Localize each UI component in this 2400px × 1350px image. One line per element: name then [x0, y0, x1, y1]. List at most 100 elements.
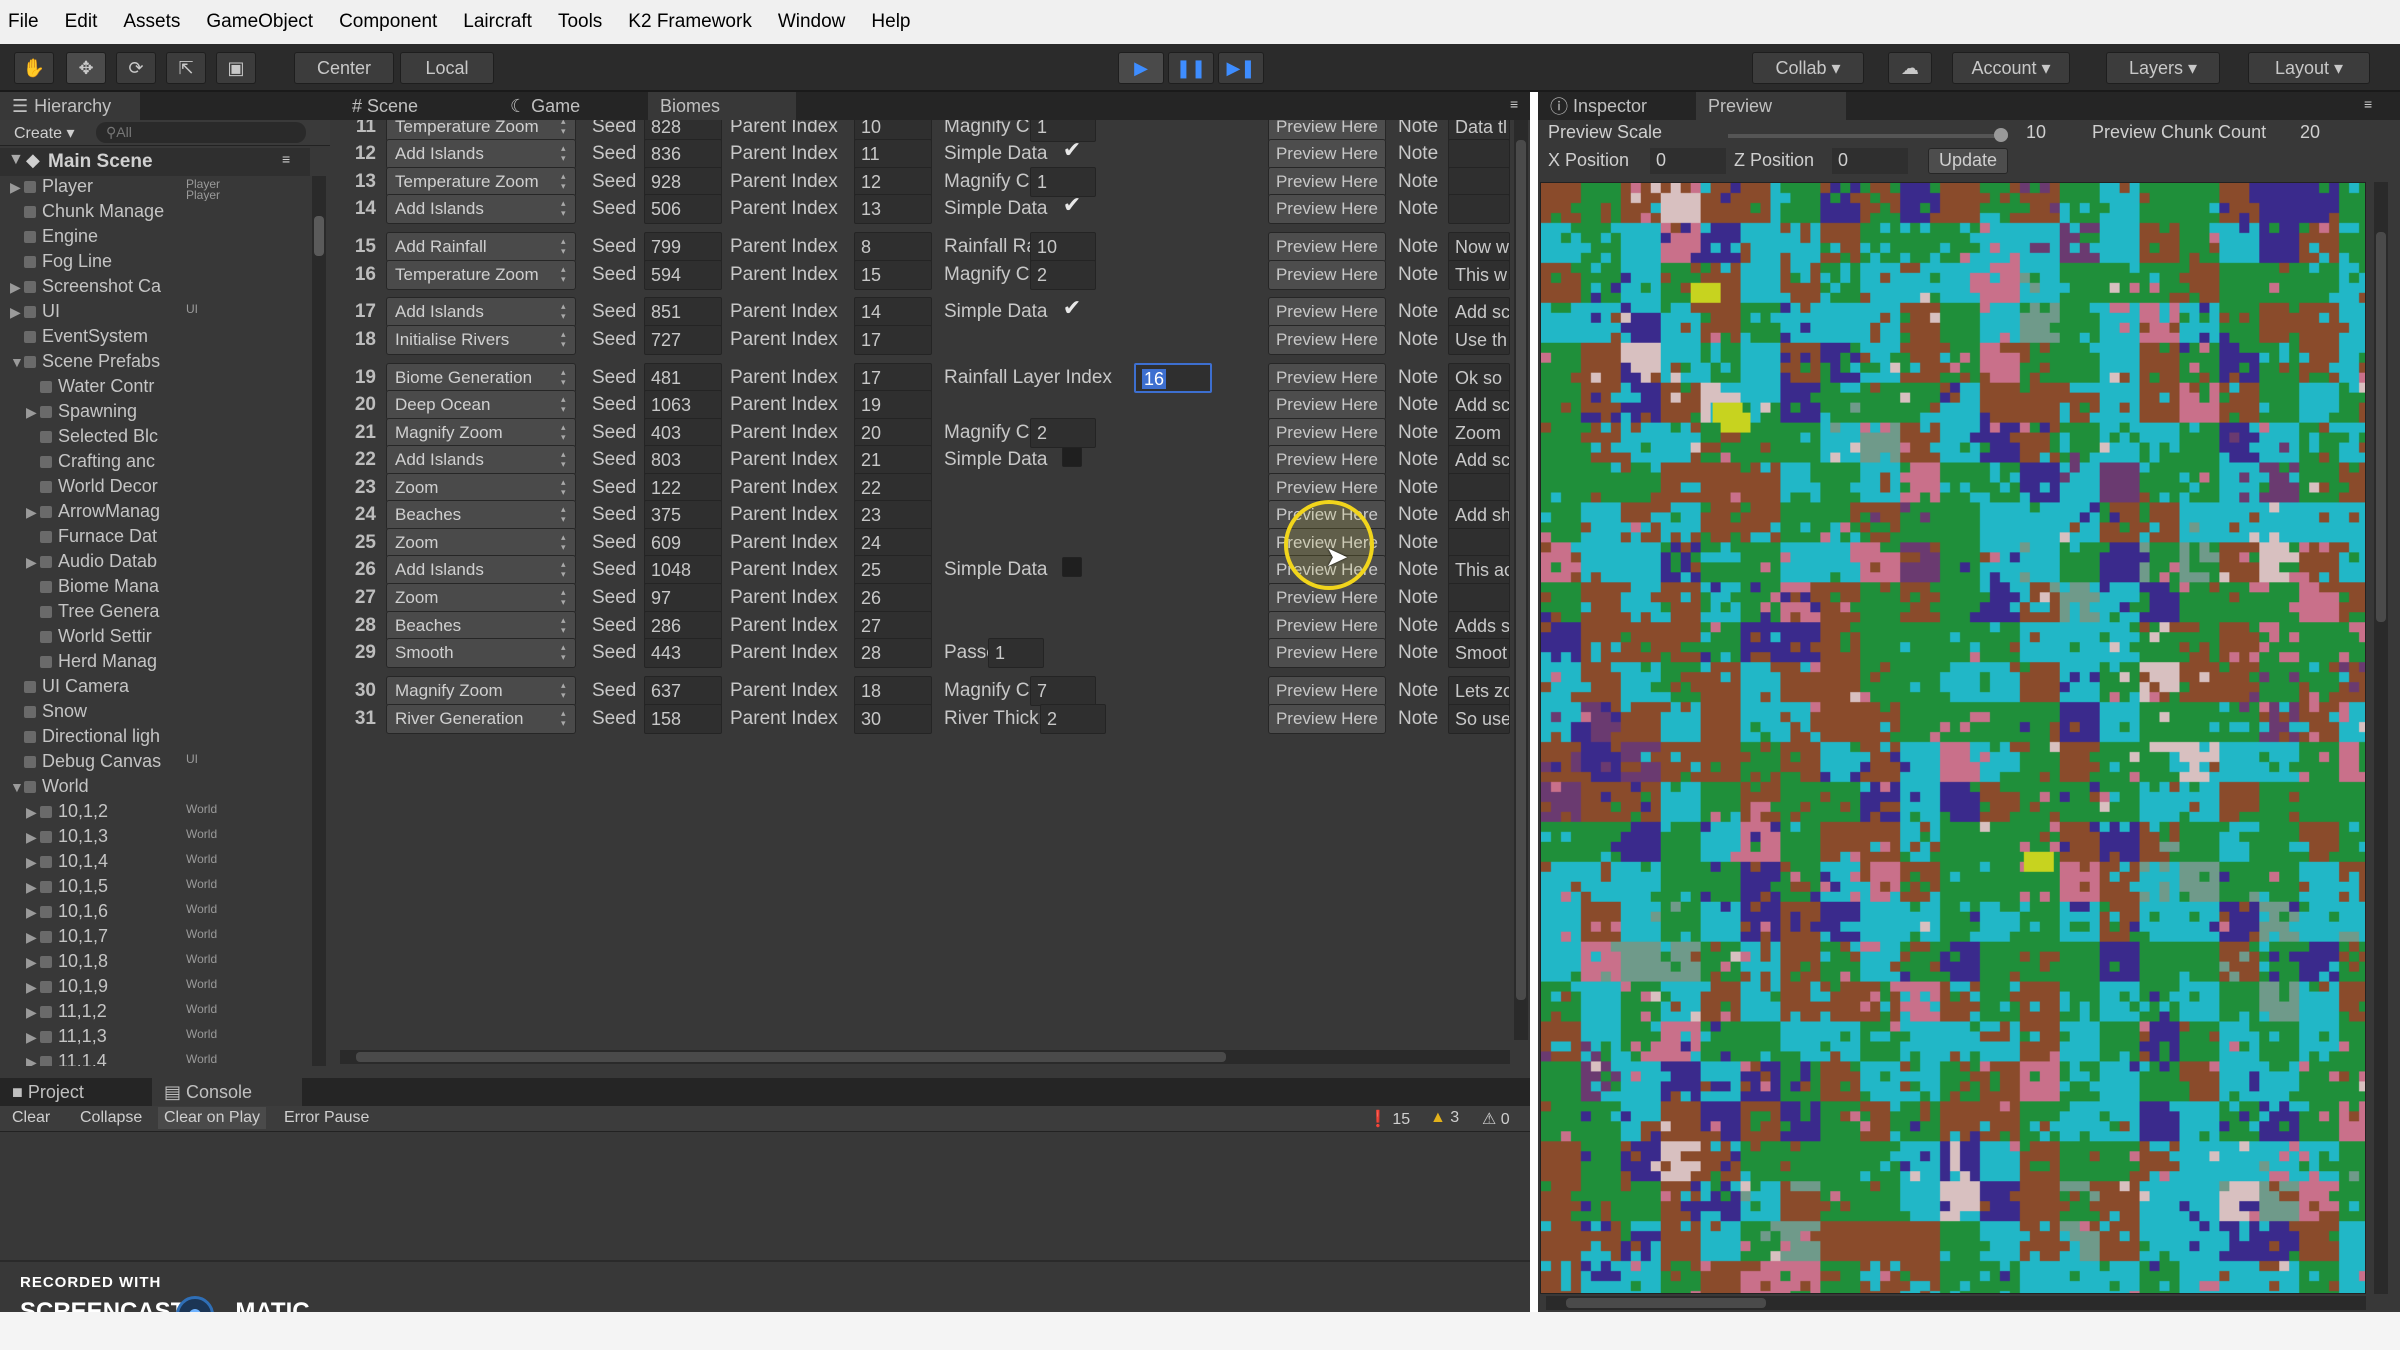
clear-button[interactable]: Clear	[12, 1109, 50, 1127]
menu-item-laircraft[interactable]: Laircraft	[463, 11, 532, 33]
hierarchy-item[interactable]: Fog Line	[0, 251, 310, 276]
layer-type-dropdown[interactable]: River Generation	[386, 704, 576, 734]
hierarchy-item[interactable]: ▶ 11,1,2 World	[0, 1001, 310, 1026]
layer-type-dropdown[interactable]: Smooth	[386, 638, 576, 668]
hierarchy-search-input[interactable]: ⚲All	[96, 122, 306, 143]
menu-item-window[interactable]: Window	[778, 11, 846, 33]
hierarchy-item[interactable]: Tree Genera	[0, 601, 310, 626]
hierarchy-item[interactable]: ▶ 10,1,5 World	[0, 876, 310, 901]
editor-vscroll-thumb[interactable]	[1516, 140, 1526, 1000]
pause-button[interactable]: ❚❚	[1168, 52, 1214, 84]
tab-inspector[interactable]: ⓘ Inspector	[1538, 92, 1688, 120]
hierarchy-item[interactable]: ▶ UI UI	[0, 301, 310, 326]
parent-index-field[interactable]: 15	[854, 260, 932, 290]
expand-arrow[interactable]: ▶	[26, 404, 40, 421]
scene-expand-arrow[interactable]: ▼	[8, 151, 24, 169]
cloud-button[interactable]: ☁	[1888, 52, 1932, 84]
menu-item-file[interactable]: File	[8, 11, 39, 33]
hierarchy-item[interactable]: EventSystem	[0, 326, 310, 351]
preview-scale-value[interactable]: 10	[2026, 122, 2046, 143]
menu-item-gameobject[interactable]: GameObject	[206, 11, 313, 33]
hierarchy-item[interactable]: ▶ 10,1,9 World	[0, 976, 310, 1001]
z-position-field[interactable]: 0	[1832, 148, 1908, 174]
scale-tool-button[interactable]: ⇱	[166, 52, 206, 84]
play-button[interactable]: ▶	[1118, 52, 1164, 84]
hierarchy-item[interactable]: Directional ligh	[0, 726, 310, 751]
editor-menu-icon[interactable]: ≡	[1510, 96, 1518, 112]
hierarchy-item[interactable]: ▶ ArrowManag	[0, 501, 310, 526]
account-dropdown[interactable]: Account ▾	[1952, 52, 2070, 84]
hierarchy-item[interactable]: ▼ Scene Prefabs	[0, 351, 310, 376]
expand-arrow[interactable]: ▶	[26, 504, 40, 521]
preview-here-button[interactable]: Preview Here	[1268, 704, 1386, 734]
preview-vscroll-thumb[interactable]	[2376, 232, 2386, 622]
hierarchy-item[interactable]: Snow	[0, 701, 310, 726]
simple-data-checkbox[interactable]	[1062, 447, 1082, 467]
hierarchy-item[interactable]: UI Camera	[0, 676, 310, 701]
layout-dropdown[interactable]: Layout ▾	[2248, 52, 2370, 84]
hierarchy-item[interactable]: World Settir	[0, 626, 310, 651]
editor-horizontal-scrollbar[interactable]	[340, 1050, 1510, 1064]
hierarchy-item[interactable]: Furnace Dat	[0, 526, 310, 551]
hierarchy-item[interactable]: Crafting anc	[0, 451, 310, 476]
clear-on-play-toggle[interactable]: Clear on Play	[158, 1107, 267, 1129]
preview-here-button[interactable]: Preview Here	[1268, 194, 1386, 224]
hierarchy-item[interactable]: Engine	[0, 226, 310, 251]
layer-type-dropdown[interactable]: Initialise Rivers	[386, 325, 576, 355]
expand-arrow[interactable]: ▶	[26, 904, 40, 921]
parent-index-field[interactable]: 17	[854, 325, 932, 355]
seed-field[interactable]: 727	[644, 325, 722, 355]
hierarchy-item[interactable]: ▶ 11,1,4 World	[0, 1051, 310, 1066]
simple-data-checkbox[interactable]: ✔	[1062, 297, 1082, 319]
hierarchy-item[interactable]: Selected Blc	[0, 426, 310, 451]
editor-vertical-scrollbar[interactable]	[1514, 120, 1528, 1040]
hierarchy-item[interactable]: Biome Mana	[0, 576, 310, 601]
collapse-toggle[interactable]: Collapse	[80, 1109, 142, 1127]
chunk-count-field[interactable]: 20	[2296, 120, 2376, 146]
parent-index-field[interactable]: 28	[854, 638, 932, 668]
layer-type-dropdown[interactable]: Add Islands	[386, 194, 576, 224]
expand-arrow[interactable]: ▶	[26, 929, 40, 946]
seed-field[interactable]: 443	[644, 638, 722, 668]
pivot-center-button[interactable]: Center	[294, 52, 394, 84]
preview-here-button[interactable]: Preview Here	[1268, 260, 1386, 290]
hierarchy-item[interactable]: ▼ World	[0, 776, 310, 801]
layer-type-dropdown[interactable]: Temperature Zoom	[386, 260, 576, 290]
hierarchy-item[interactable]: ▶ Audio Datab	[0, 551, 310, 576]
simple-data-checkbox[interactable]: ✔	[1062, 139, 1082, 161]
expand-arrow[interactable]: ▶	[10, 179, 24, 196]
warn-counter[interactable]: ▲ 3	[1430, 1109, 1459, 1127]
simple-data-checkbox[interactable]	[1062, 557, 1082, 577]
extra-param-field[interactable]: 2	[1030, 260, 1096, 290]
tab-console[interactable]: ▤ Console	[152, 1078, 302, 1106]
preview-vscroll[interactable]	[2374, 182, 2388, 1294]
hierarchy-item[interactable]: ▶ 10,1,3 World	[0, 826, 310, 851]
rect-tool-button[interactable]: ▣	[216, 52, 256, 84]
log-counter[interactable]: ❗ 15	[1368, 1109, 1410, 1129]
menu-item-help[interactable]: Help	[871, 11, 910, 33]
preview-here-button[interactable]: Preview Here	[1268, 638, 1386, 668]
preview-here-button[interactable]: Preview Here	[1268, 325, 1386, 355]
create-dropdown[interactable]: Create ▾	[14, 123, 75, 143]
hierarchy-item[interactable]: Chunk Manage	[0, 201, 310, 226]
extra-param-field[interactable]: 2	[1040, 704, 1106, 734]
expand-arrow[interactable]: ▶	[26, 554, 40, 571]
hierarchy-item[interactable]: ▶ 10,1,6 World	[0, 901, 310, 926]
expand-arrow[interactable]: ▶	[26, 804, 40, 821]
editor-hscroll-thumb[interactable]	[356, 1052, 1226, 1062]
hierarchy-item[interactable]: ▶ 10,1,7 World	[0, 926, 310, 951]
hierarchy-item[interactable]: ▶ Player Player Player	[0, 176, 310, 201]
rotate-tool-button[interactable]: ⟳	[116, 52, 156, 84]
note-field[interactable]: This w	[1448, 260, 1510, 290]
seed-field[interactable]: 506	[644, 194, 722, 224]
seed-field[interactable]: 158	[644, 704, 722, 734]
preview-hscroll[interactable]	[1546, 1296, 2366, 1310]
tab-hierarchy[interactable]: ☰ Hierarchy	[0, 92, 140, 120]
hierarchy-item[interactable]: ▶ 10,1,4 World	[0, 851, 310, 876]
preview-scale-thumb[interactable]	[1994, 128, 2008, 142]
expand-arrow[interactable]: ▶	[26, 879, 40, 896]
expand-arrow[interactable]: ▶	[26, 854, 40, 871]
hand-tool-button[interactable]: ✋	[14, 52, 54, 84]
tab-project[interactable]: ■ Project	[0, 1078, 150, 1106]
simple-data-checkbox[interactable]: ✔	[1062, 194, 1082, 216]
